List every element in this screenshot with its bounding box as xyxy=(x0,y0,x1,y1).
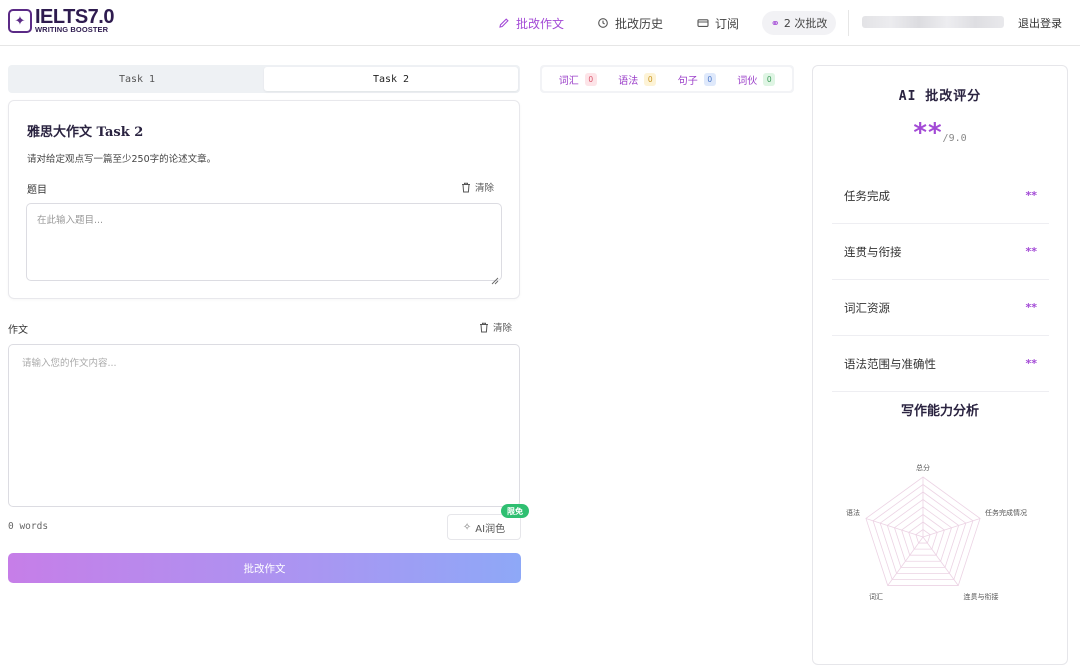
trash-icon xyxy=(479,322,489,333)
analysis-title: 写作能力分析 xyxy=(900,404,979,419)
nav-label: 订阅 xyxy=(715,16,740,31)
essay-label: 作文 xyxy=(8,325,28,336)
nav-subscribe[interactable]: 订阅 xyxy=(697,13,739,33)
criterion-score: ** xyxy=(1025,357,1037,370)
radar-label-task: 任务完成情况 xyxy=(985,508,1027,517)
nav-correct-essay[interactable]: 批改作文 xyxy=(498,13,564,33)
category-grammar[interactable]: 语法 0 xyxy=(618,72,657,87)
category-sentence[interactable]: 句子 0 xyxy=(678,72,716,87)
nav-history[interactable]: 批改历史 xyxy=(597,13,663,33)
criterion-name: 词汇资源 xyxy=(844,300,890,315)
essay-input[interactable]: 请输入您的作文内容... xyxy=(8,344,520,507)
clear-topic-button[interactable]: 清除 xyxy=(461,180,494,194)
topic-input[interactable]: 在此输入题目... xyxy=(26,203,502,285)
tab-task-1[interactable]: Task 1 xyxy=(10,67,264,91)
top-header: ✦ IELTS7.0 WRITING BOOSTER 批改作文 批改历史 订阅 … xyxy=(0,0,1080,46)
nav-label: 批改作文 xyxy=(516,16,565,31)
user-account-blurred xyxy=(862,16,1004,28)
count-badge: 0 xyxy=(584,72,597,86)
prompt-title: 雅思大作文 Task 2 xyxy=(27,125,144,140)
radar-label-coherence: 连贯与衔接 xyxy=(964,592,999,601)
score-panel: AI 批改评分 **/9.0 任务完成 ** 连贯与衔接 ** 词汇资源 ** … xyxy=(812,65,1068,665)
criterion-row: 连贯与衔接 ** xyxy=(832,224,1049,280)
sparkle-logo-icon: ✦ xyxy=(8,9,32,33)
criterion-score: ** xyxy=(1025,301,1037,314)
nav-label: 批改历史 xyxy=(615,16,664,31)
prompt-card: 雅思大作文 Task 2 请对给定观点写一篇至少250字的论述文章。 题目 清除… xyxy=(8,100,520,299)
criterion-name: 任务完成 xyxy=(844,188,890,203)
topic-label: 题目 xyxy=(27,185,47,196)
criterion-row: 任务完成 ** xyxy=(832,168,1049,224)
essay-placeholder: 请输入您的作文内容... xyxy=(22,358,117,369)
overall-score-max: /9.0 xyxy=(942,133,967,144)
criterion-row: 词汇资源 ** xyxy=(832,280,1049,336)
category-collocation[interactable]: 词伙 0 xyxy=(737,72,776,87)
link-icon: ⚭ xyxy=(770,16,780,30)
clear-essay-button[interactable]: 清除 xyxy=(479,320,512,334)
radar-label-grammar: 语法 xyxy=(846,508,860,517)
trash-icon xyxy=(461,182,471,193)
history-icon xyxy=(597,17,609,29)
submit-essay-button[interactable]: 批改作文 xyxy=(8,553,521,583)
error-category-tabs: 词汇 0 语法 0 句子 0 词伙 0 xyxy=(540,65,794,93)
free-badge: 限免 xyxy=(501,504,529,518)
tab-task-2[interactable]: Task 2 xyxy=(264,67,518,91)
clear-label: 清除 xyxy=(475,183,495,194)
clear-label: 清除 xyxy=(493,323,513,334)
polish-label: AI润色 xyxy=(475,523,506,535)
credits-text: 2 次批改 xyxy=(783,17,828,30)
criterion-score: ** xyxy=(1025,245,1037,258)
count-badge: 0 xyxy=(703,72,716,86)
header-divider xyxy=(848,10,849,36)
radar-label-total: 总分 xyxy=(916,463,930,472)
count-badge: 0 xyxy=(763,72,776,86)
overall-score: **/9.0 xyxy=(813,118,1067,148)
criterion-row: 语法范围与准确性 ** xyxy=(832,336,1049,392)
criterion-name: 连贯与衔接 xyxy=(844,244,902,259)
task-tabs: Task 1 Task 2 xyxy=(8,65,520,93)
prompt-description: 请对给定观点写一篇至少250字的论述文章。 xyxy=(27,154,217,165)
radar-chart: 总分 任务完成情况 连贯与衔接 词汇 语法 xyxy=(846,463,1027,601)
pencil-icon xyxy=(498,17,510,29)
logo-subtitle: WRITING BOOSTER xyxy=(35,25,109,34)
category-vocabulary[interactable]: 词汇 0 xyxy=(559,72,597,87)
score-title: AI 批改评分 xyxy=(898,89,982,104)
overall-score-value: ** xyxy=(913,118,943,148)
word-count: 0 words xyxy=(8,521,49,532)
topic-placeholder: 在此输入题目... xyxy=(37,215,104,226)
credits-badge[interactable]: ⚭ 2 次批改 xyxy=(762,11,836,35)
radar-label-vocab: 词汇 xyxy=(869,593,883,601)
resize-handle-icon[interactable] xyxy=(491,270,499,285)
logout-link[interactable]: 退出登录 xyxy=(1018,15,1062,31)
criterion-score: ** xyxy=(1025,189,1037,202)
criterion-name: 语法范围与准确性 xyxy=(844,356,936,371)
radar-grid xyxy=(865,476,981,586)
app-logo[interactable]: ✦ IELTS7.0 WRITING BOOSTER xyxy=(8,6,115,34)
sparkle-icon: ✧ xyxy=(462,521,472,533)
count-badge: 0 xyxy=(644,72,657,86)
card-icon xyxy=(697,17,709,29)
logo-title: IELTS7.0 xyxy=(35,6,115,28)
